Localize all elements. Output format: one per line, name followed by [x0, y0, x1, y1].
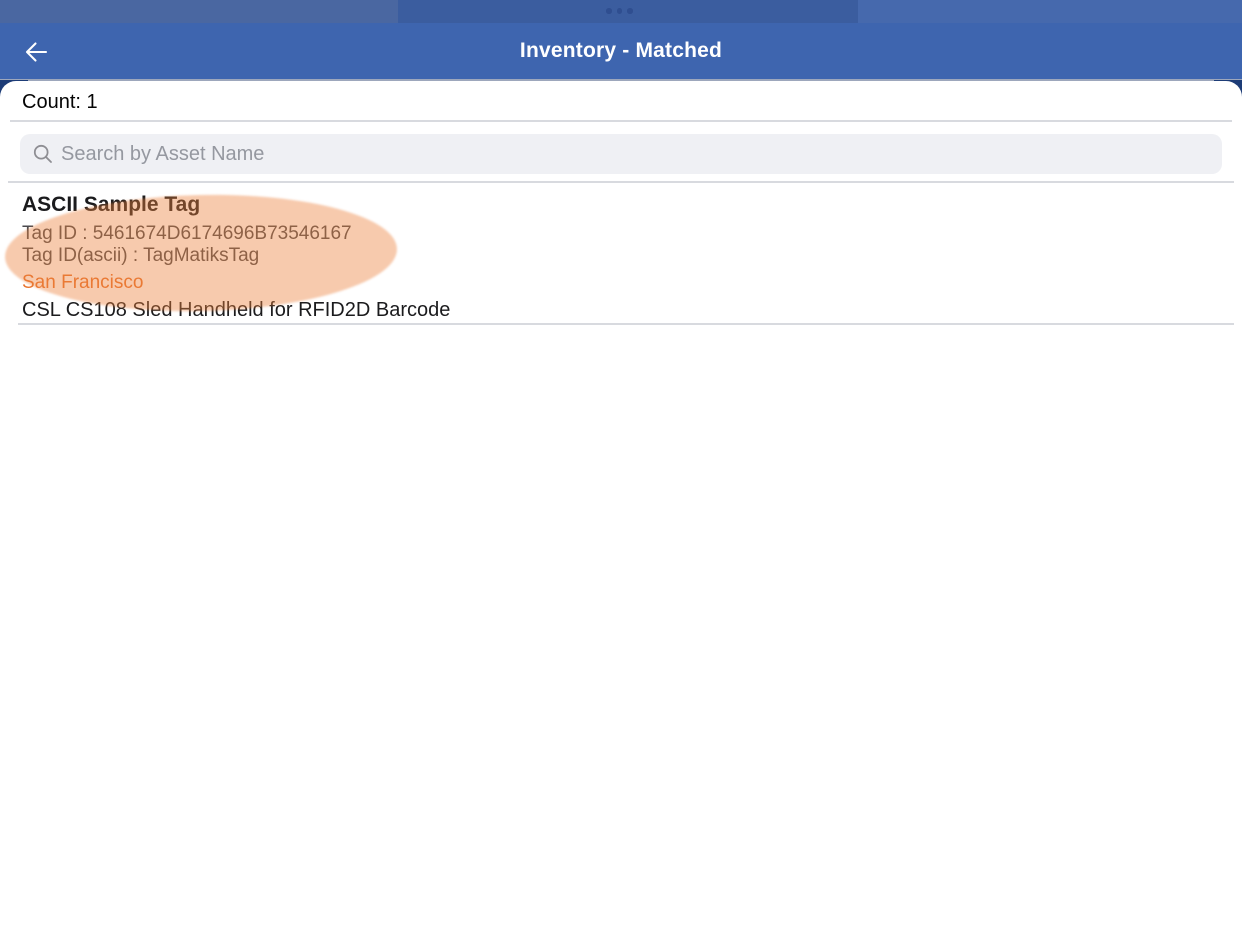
reader-device-label: CSL CS108 Sled Handheld for RFID2D Barco… [22, 299, 451, 321]
app-screen: Inventory - Matched Count: 1 Search by A… [0, 0, 1242, 934]
tag-id-ascii-line: Tag ID(ascii) : TagMatiksTag [22, 245, 260, 266]
status-bar [0, 0, 1242, 23]
inventory-list-item[interactable]: ASCII Sample Tag Tag ID : 5461674D617469… [0, 182, 1242, 323]
status-bar-left-segment [0, 0, 398, 23]
location-label: San Francisco [22, 272, 144, 293]
back-button[interactable] [18, 35, 54, 69]
dot-icon [616, 8, 622, 14]
page-title: Inventory - Matched [519, 39, 723, 62]
count-label: Count: 1 [22, 91, 98, 113]
search-bar[interactable] [20, 134, 1222, 174]
status-bar-right-segment [858, 0, 1242, 23]
dot-icon [606, 8, 612, 14]
back-arrow-icon [23, 39, 49, 65]
divider [18, 323, 1234, 325]
inventory-sheet: Count: 1 ASCII Sample Tag Tag ID : 54616… [0, 81, 1242, 934]
navigation-bar: Inventory - Matched [0, 23, 1242, 79]
asset-name: ASCII Sample Tag [22, 193, 201, 216]
multitasking-indicator-icon[interactable] [606, 8, 637, 14]
dot-icon [627, 8, 633, 14]
tag-id-line: Tag ID : 5461674D6174696B73546167 [22, 223, 352, 244]
search-icon [32, 143, 54, 165]
search-input[interactable] [61, 142, 1210, 166]
divider [10, 120, 1232, 122]
